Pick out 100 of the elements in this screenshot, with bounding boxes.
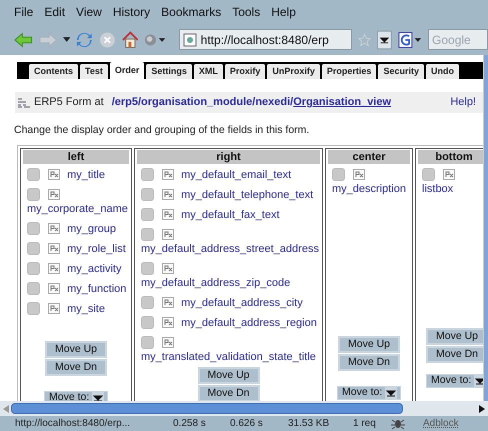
home-icon[interactable] bbox=[122, 30, 138, 48]
tab[interactable]: Test bbox=[80, 64, 108, 79]
stop-icon[interactable] bbox=[99, 30, 116, 48]
checkbox[interactable] bbox=[141, 336, 154, 350]
move-button[interactable]: Move Dn bbox=[338, 354, 400, 371]
field-link[interactable]: my_default_address_region bbox=[181, 316, 317, 329]
search-field[interactable]: Google bbox=[428, 29, 488, 50]
move-button[interactable]: Move Dn bbox=[198, 384, 260, 401]
move-button[interactable]: Move Up bbox=[338, 336, 400, 353]
move-button[interactable]: Move Up bbox=[198, 366, 260, 384]
search-engine-icon[interactable] bbox=[398, 30, 422, 48]
tab[interactable]: Security bbox=[378, 64, 424, 79]
menu-item[interactable]: Tools bbox=[232, 3, 260, 21]
field-link[interactable]: my_role_list bbox=[67, 242, 126, 255]
field-link[interactable]: my_site bbox=[67, 302, 105, 315]
menu-item[interactable]: Bookmarks bbox=[161, 3, 222, 21]
tab[interactable]: XML bbox=[194, 64, 223, 79]
checkbox[interactable] bbox=[422, 168, 435, 182]
reload-icon[interactable] bbox=[76, 30, 94, 48]
checkbox[interactable] bbox=[27, 262, 40, 276]
bug-icon[interactable] bbox=[391, 418, 405, 430]
broken-image-icon bbox=[162, 208, 174, 220]
tab[interactable]: Order bbox=[110, 62, 144, 79]
broken-image-icon bbox=[443, 168, 455, 180]
menu-item[interactable]: View bbox=[76, 3, 102, 21]
menu-item[interactable]: Help bbox=[271, 3, 296, 21]
checkbox[interactable] bbox=[141, 262, 154, 276]
broken-image-icon bbox=[48, 242, 60, 254]
field-link[interactable]: my_activity bbox=[67, 262, 122, 275]
menu-item[interactable]: Edit bbox=[44, 3, 66, 21]
back-arrow-icon[interactable] bbox=[14, 32, 33, 48]
move-button[interactable]: Move Dn bbox=[426, 346, 483, 363]
tab[interactable]: Settings bbox=[146, 64, 192, 79]
field-link[interactable]: my_default_address_zip_code bbox=[141, 276, 290, 289]
move-button[interactable]: Move Dn bbox=[45, 358, 107, 376]
broken-image-icon bbox=[162, 296, 174, 308]
tab[interactable]: Proxify bbox=[224, 64, 266, 79]
checkbox[interactable] bbox=[141, 316, 154, 330]
checkbox[interactable] bbox=[141, 188, 154, 202]
dropdown-icon[interactable] bbox=[92, 392, 104, 401]
field-link[interactable]: listbox bbox=[422, 182, 454, 195]
status-url: http://localhost:8480/erp... bbox=[15, 417, 132, 431]
field-link[interactable]: my_default_address_street_address bbox=[141, 242, 319, 255]
checkbox[interactable] bbox=[141, 296, 154, 310]
field-link[interactable]: my_function bbox=[67, 282, 126, 295]
column-header: right bbox=[137, 150, 320, 164]
scroll-right-icon[interactable] bbox=[479, 404, 485, 412]
field-link[interactable]: my_group bbox=[67, 222, 116, 235]
field-link[interactable]: my_default_email_text bbox=[181, 168, 292, 181]
move-to-select[interactable]: Move to: bbox=[426, 374, 483, 388]
checkbox[interactable] bbox=[141, 228, 154, 242]
dropdown-icon[interactable] bbox=[474, 374, 483, 387]
broken-image-icon bbox=[162, 336, 174, 348]
globe-icon[interactable] bbox=[144, 32, 167, 46]
star-icon[interactable] bbox=[358, 32, 372, 46]
checkbox[interactable] bbox=[27, 188, 40, 202]
checkbox[interactable] bbox=[27, 282, 40, 296]
field-link[interactable]: my_default_telephone_text bbox=[181, 188, 314, 201]
checkbox[interactable] bbox=[27, 302, 40, 316]
tab[interactable]: Undo bbox=[426, 64, 459, 79]
form-link[interactable]: Organisation_view bbox=[293, 94, 392, 111]
checkbox[interactable] bbox=[141, 168, 154, 182]
move-button[interactable]: Move Up bbox=[426, 328, 483, 345]
field-link[interactable]: my_description bbox=[332, 182, 406, 195]
checkbox[interactable] bbox=[141, 208, 154, 222]
broken-image-icon bbox=[48, 222, 60, 234]
scroll-left-icon[interactable] bbox=[3, 404, 9, 412]
field-link[interactable]: my_translated_validation_state_title bbox=[141, 350, 316, 363]
column-header: left bbox=[23, 150, 129, 164]
field-link[interactable]: my_title bbox=[67, 168, 105, 181]
move-to-select[interactable]: Move to: bbox=[337, 386, 401, 400]
tab[interactable]: UnProxify bbox=[267, 64, 320, 79]
menu-item[interactable]: History bbox=[112, 3, 150, 21]
broken-image-icon bbox=[162, 262, 174, 274]
dropdown-button-icon[interactable] bbox=[377, 30, 392, 50]
address-bar[interactable]: http://localhost:8480/erp bbox=[178, 29, 352, 50]
move-to-select[interactable]: Move to: bbox=[44, 390, 108, 401]
adblock-label[interactable]: Adblock bbox=[423, 416, 459, 431]
field-link[interactable]: my_default_address_city bbox=[181, 296, 303, 309]
broken-image-icon bbox=[48, 302, 60, 314]
field-link[interactable]: my_default_fax_text bbox=[181, 208, 280, 221]
request-count: 1 req bbox=[353, 417, 377, 431]
caret-icon[interactable] bbox=[63, 37, 70, 42]
broken-image-icon bbox=[48, 282, 60, 294]
dropdown-icon[interactable] bbox=[385, 386, 398, 399]
forward-arrow-icon[interactable] bbox=[38, 32, 58, 48]
checkbox[interactable] bbox=[27, 242, 40, 256]
menu-item[interactable]: File bbox=[14, 3, 34, 21]
move-button[interactable]: Move Up bbox=[45, 340, 107, 358]
checkbox[interactable] bbox=[27, 168, 40, 182]
horizontal-scrollbar[interactable] bbox=[0, 401, 488, 416]
form-icon bbox=[18, 98, 30, 108]
checkbox[interactable] bbox=[27, 222, 40, 236]
checkbox[interactable] bbox=[332, 168, 345, 182]
scrollbar-thumb[interactable] bbox=[11, 403, 403, 414]
vertical-scrollbar[interactable] bbox=[483, 55, 488, 401]
field-link[interactable]: my_corporate_name bbox=[27, 202, 128, 215]
tab[interactable]: Properties bbox=[322, 64, 376, 79]
help-link[interactable]: Help! bbox=[450, 94, 476, 111]
tab[interactable]: Contents bbox=[29, 64, 78, 79]
